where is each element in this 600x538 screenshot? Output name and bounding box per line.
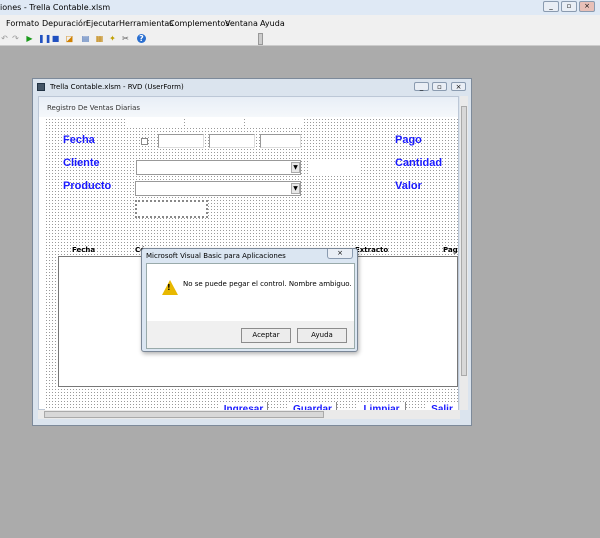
toolbar-grip[interactable] (258, 33, 263, 45)
aceptar-button[interactable]: Aceptar (241, 328, 291, 343)
pause-icon[interactable]: ❚❚ (38, 34, 51, 43)
dialog-close-button[interactable]: × (327, 249, 353, 259)
producto-combo[interactable]: ▼ (135, 181, 301, 196)
menu-bar: Formato Depuración Ejecutar Herramientas… (0, 15, 600, 31)
window-restore-button[interactable]: ▫ (432, 82, 447, 91)
label-fecha: Fecha (63, 134, 95, 146)
menu-formato[interactable]: Formato (6, 19, 39, 28)
stop-icon[interactable]: ■ (51, 34, 60, 43)
form-caption: Registro De Ventas Diarias (47, 104, 141, 112)
chevron-down-icon[interactable]: ▼ (291, 162, 300, 173)
userform-title-bar: Trella Contable.xlsm - RVD (UserForm) _ … (33, 79, 471, 96)
window-minimize-button[interactable]: _ (414, 82, 429, 91)
fecha-day-input[interactable] (158, 134, 204, 148)
properties-icon[interactable]: ▦ (95, 34, 104, 43)
toolbox-icon[interactable]: ✂ (121, 34, 130, 43)
list-header-fecha: Fecha (72, 246, 96, 254)
window-close-button[interactable]: × (451, 82, 466, 91)
app-title: iones - Trella Contable.xlsm (0, 3, 111, 12)
run-icon[interactable]: ▶ (25, 34, 34, 43)
label-cliente: Cliente (63, 157, 100, 169)
horizontal-scrollbar[interactable] (38, 410, 460, 419)
app-title-bar: iones - Trella Contable.xlsm _ ▫ × (0, 0, 600, 15)
label-producto: Producto (63, 180, 112, 192)
list-header-extracto: Extracto (355, 246, 389, 254)
horizontal-scroll-thumb[interactable] (44, 411, 324, 418)
dialog-message: No se puede pegar el control. Nombre amb… (183, 280, 352, 288)
fecha-month-input[interactable] (209, 134, 255, 148)
header-box-3[interactable] (247, 117, 303, 128)
form-caption-bar: Registro De Ventas Diarias (39, 97, 458, 117)
vertical-scrollbar[interactable] (460, 96, 468, 410)
message-dialog: Microsoft Visual Basic para Aplicaciones… (141, 248, 358, 352)
close-button[interactable]: × (579, 1, 595, 12)
header-box-2[interactable] (187, 117, 243, 128)
dialog-title: Microsoft Visual Basic para Aplicaciones (146, 252, 286, 260)
help-icon[interactable]: ? (137, 34, 146, 43)
list-header-pago: Pag (443, 246, 458, 254)
menu-herramientas[interactable]: Herramientas (119, 19, 174, 28)
redo-icon[interactable]: ↷ (11, 34, 20, 43)
label-pago: Pago (395, 134, 422, 146)
menu-ejecutar[interactable]: Ejecutar (86, 19, 119, 28)
dialog-message-area: ! No se puede pegar el control. Nombre a… (147, 264, 354, 321)
chevron-down-icon[interactable]: ▼ (291, 183, 300, 194)
object-browser-icon[interactable]: ✦ (108, 34, 117, 43)
userform-icon (37, 83, 45, 91)
minimize-button[interactable]: _ (543, 1, 559, 12)
fecha-year-input[interactable] (260, 134, 301, 148)
label-cantidad: Cantidad (395, 157, 443, 169)
design-mode-icon[interactable]: ◪ (65, 34, 74, 43)
label-valor: Valor (395, 180, 422, 192)
fecha-checkbox[interactable] (141, 138, 148, 145)
menu-complementos[interactable]: Complementos (169, 19, 229, 28)
selected-control[interactable] (135, 200, 208, 218)
userform-title: Trella Contable.xlsm - RVD (UserForm) (50, 83, 184, 91)
project-explorer-icon[interactable]: ▤ (81, 34, 90, 43)
menu-depuracion[interactable]: Depuración (42, 19, 88, 28)
menu-ventana[interactable]: Ventana (225, 19, 258, 28)
cliente-combo[interactable]: ▼ (136, 160, 301, 175)
menu-ayuda[interactable]: Ayuda (260, 19, 285, 28)
vertical-scroll-thumb[interactable] (461, 106, 467, 376)
header-box-1[interactable] (127, 117, 183, 128)
cliente-extra-box[interactable] (308, 160, 360, 175)
maximize-button[interactable]: ▫ (561, 1, 577, 12)
toolbar: ↶ ↷ ▶ ❚❚ ■ ◪ ▤ ▦ ✦ ✂ ? (0, 31, 600, 46)
ayuda-button[interactable]: Ayuda (297, 328, 347, 343)
undo-icon[interactable]: ↶ (0, 34, 9, 43)
